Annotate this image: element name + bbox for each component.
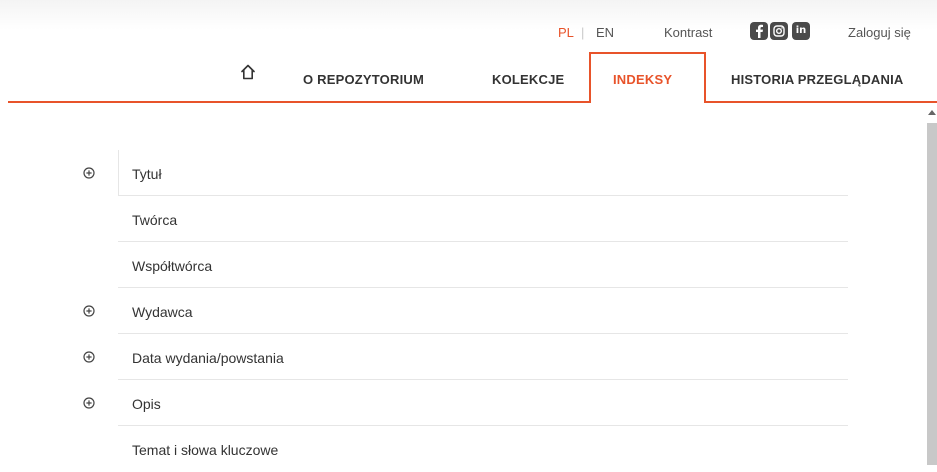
index-label-temat[interactable]: Temat i słowa kluczowe (132, 442, 278, 458)
contrast-toggle[interactable]: Kontrast (664, 25, 712, 40)
nav-o-repozytorium[interactable]: O REPOZYTORIUM (303, 72, 424, 87)
lang-en-link[interactable]: EN (596, 25, 614, 40)
expand-plus-icon[interactable] (83, 304, 95, 317)
nav-kolekcje[interactable]: KOLEKCJE (492, 72, 564, 87)
index-label-wydawca[interactable]: Wydawca (132, 304, 193, 320)
linkedin-glyph: in (795, 25, 807, 36)
scrollbar-thumb[interactable] (927, 123, 937, 465)
nav-historia-przegladania[interactable]: HISTORIA PRZEGLĄDANIA (731, 72, 903, 87)
expand-plus-icon[interactable] (83, 350, 95, 363)
instagram-icon[interactable] (770, 22, 788, 40)
list-item[interactable]: Data wydania/powstania (118, 334, 848, 380)
scroll-up-arrow[interactable] (928, 110, 936, 115)
index-label-tworca[interactable]: Twórca (132, 212, 177, 228)
nav-indeksy[interactable]: INDEKSY (613, 72, 672, 87)
list-item[interactable]: Temat i słowa kluczowe (118, 426, 848, 472)
list-item[interactable]: Tytuł (118, 150, 848, 196)
index-label-data-wydania[interactable]: Data wydania/powstania (132, 350, 284, 366)
index-label-wspoltworca[interactable]: Współtwórca (132, 258, 212, 274)
index-label-tytul[interactable]: Tytuł (132, 166, 162, 182)
list-item[interactable]: Twórca (118, 196, 848, 242)
list-item[interactable]: Opis (118, 380, 848, 426)
linkedin-icon[interactable]: in (792, 22, 810, 40)
list-item[interactable]: Wydawca (118, 288, 848, 334)
index-label-opis[interactable]: Opis (132, 396, 161, 412)
login-link[interactable]: Zaloguj się (848, 25, 911, 40)
tab-indeksy-cover (591, 100, 704, 104)
expand-plus-icon[interactable] (83, 396, 95, 409)
nav-underline (8, 101, 937, 103)
facebook-icon[interactable] (750, 22, 768, 40)
list-item[interactable]: Współtwórca (118, 242, 848, 288)
lang-separator: | (581, 25, 585, 40)
lang-pl-link[interactable]: PL (558, 25, 574, 40)
expand-plus-icon[interactable] (83, 166, 95, 179)
home-icon[interactable] (239, 63, 257, 81)
